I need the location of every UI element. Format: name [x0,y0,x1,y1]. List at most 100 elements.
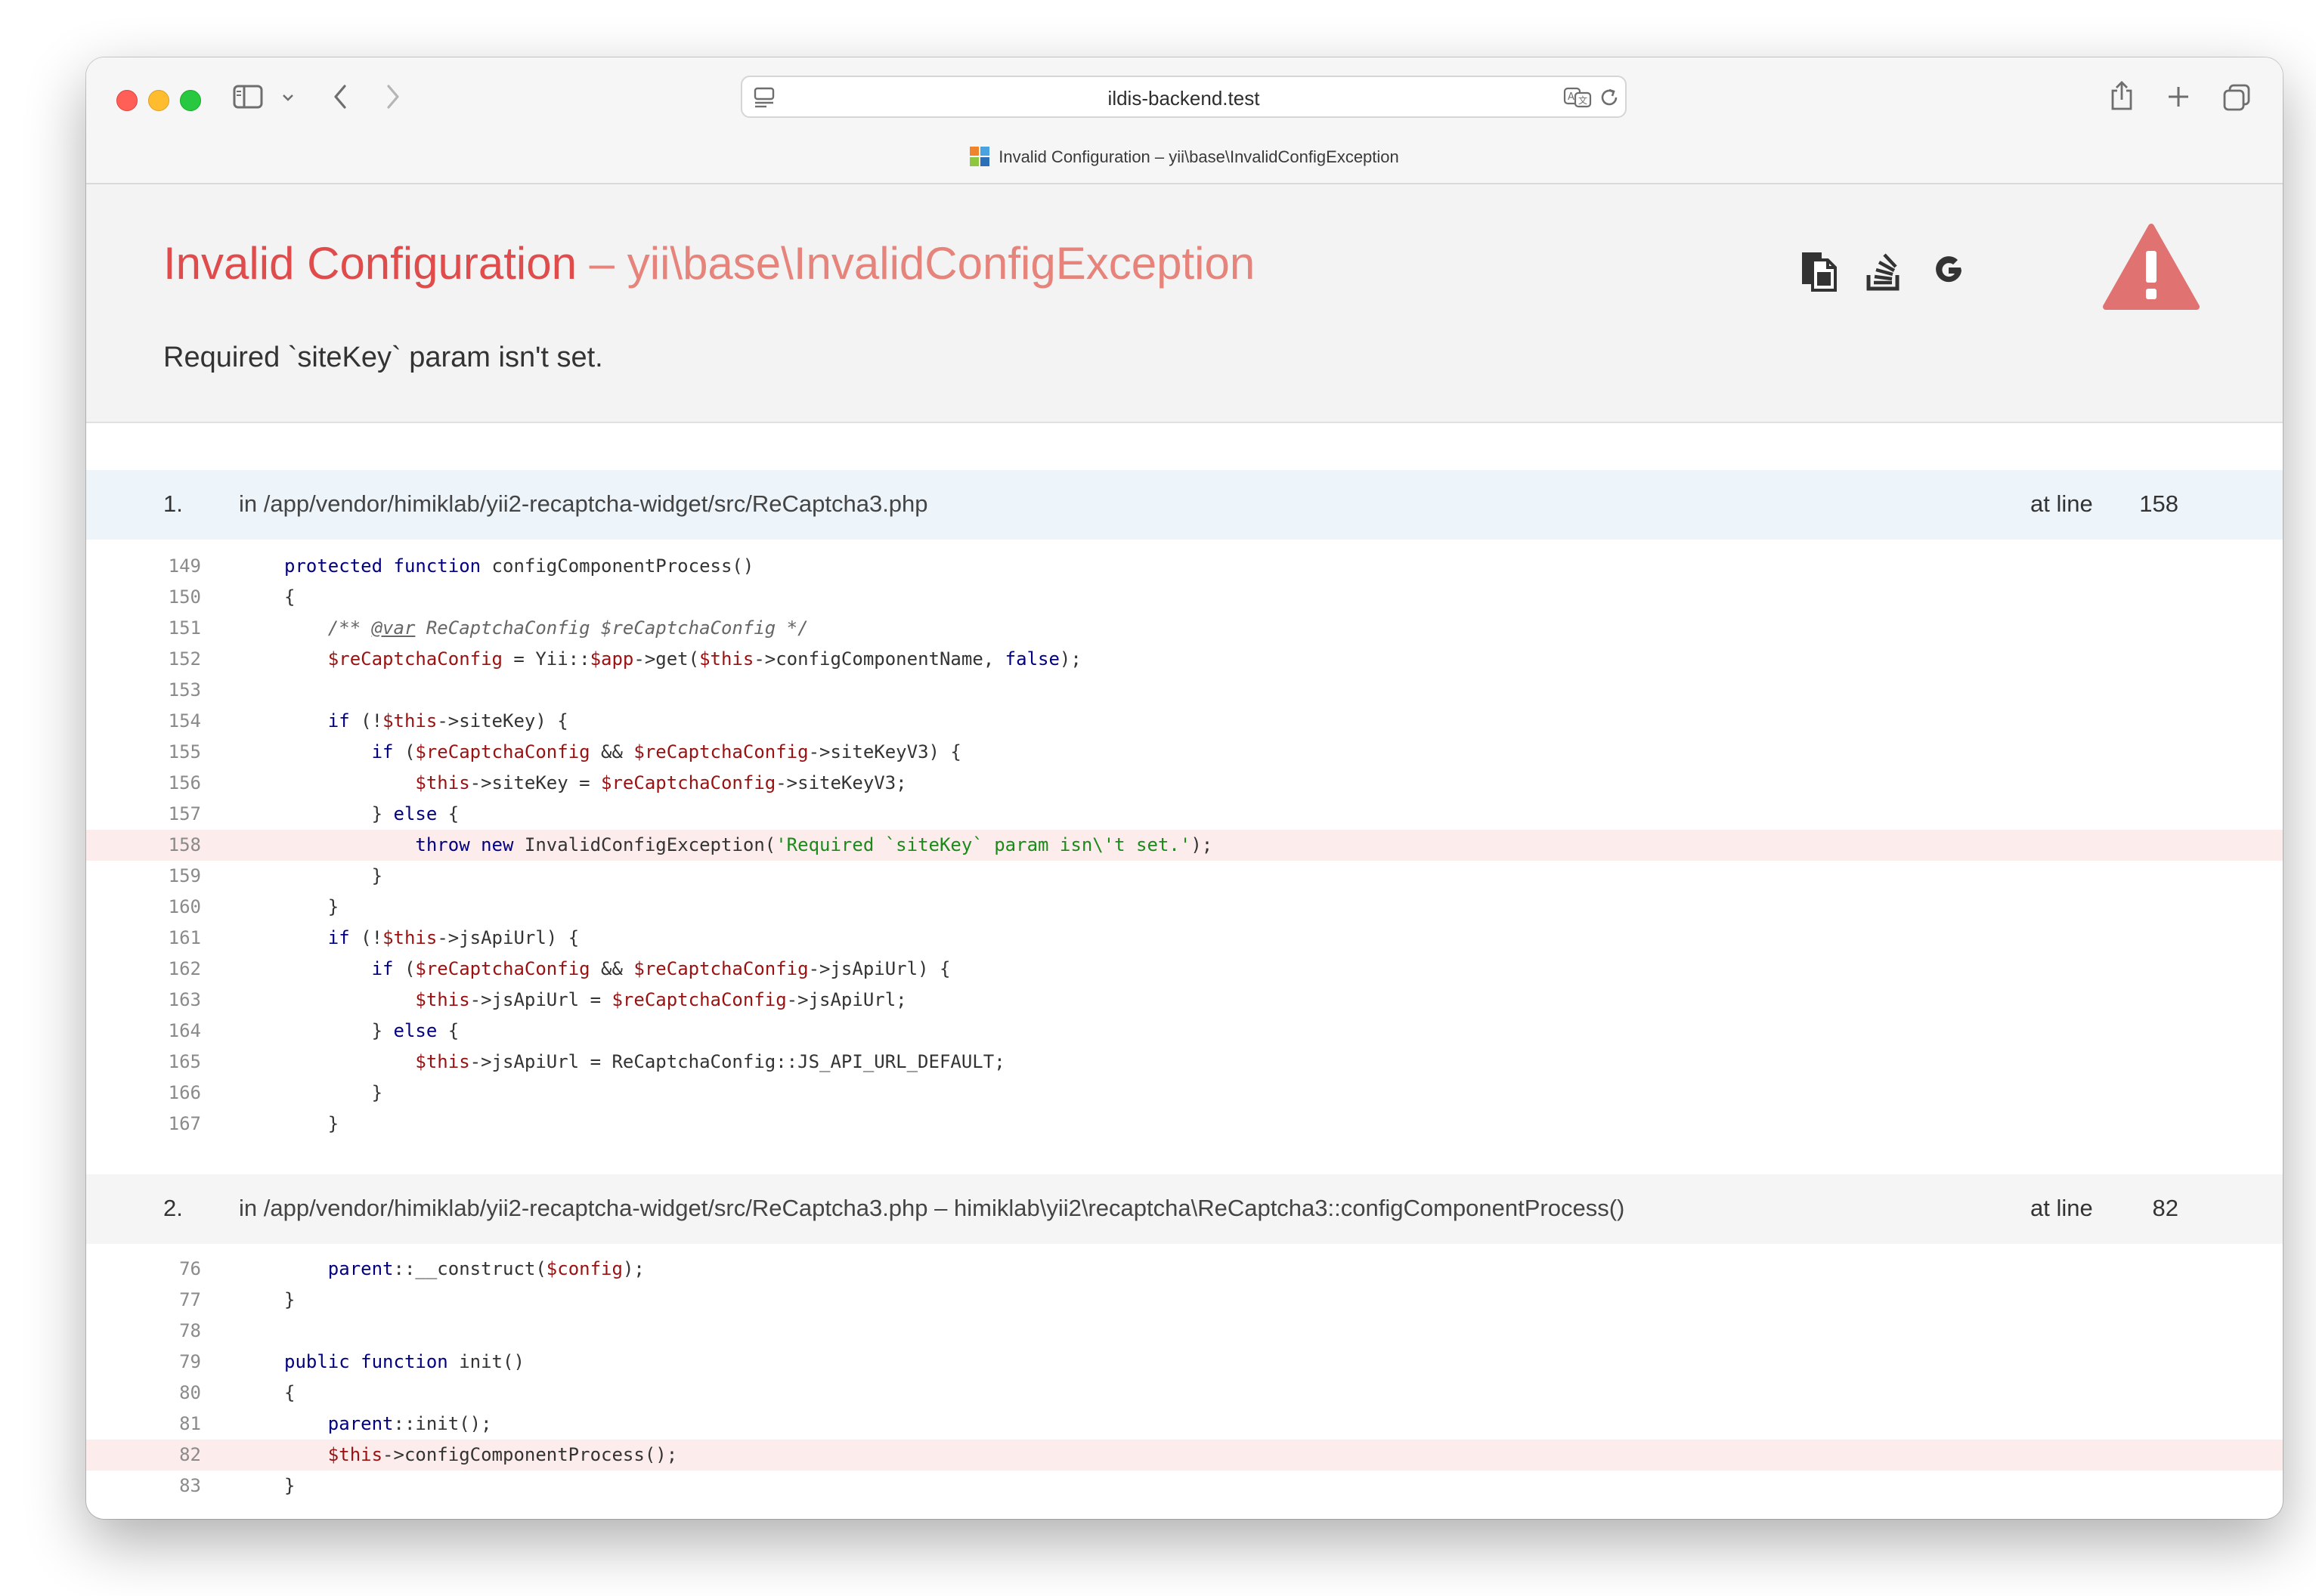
line-number: 165 [168,1051,201,1072]
code-text: { [284,1382,296,1403]
code-line: 167 } [86,1109,2283,1140]
error-header: Invalid Configuration – yii\base\Invalid… [86,184,2283,423]
code-text: } [284,1475,296,1496]
minimize-window-button[interactable] [148,90,169,111]
line-number: 149 [168,555,201,577]
code-line: 149 protected function configComponentPro… [86,551,2283,582]
chevron-down-icon[interactable] [281,92,295,103]
line-number: 77 [179,1289,201,1310]
line-number: 76 [179,1258,201,1279]
code-line: 162 if ($reCaptchaConfig && $reCaptchaCo… [86,954,2283,985]
error-name: Invalid Configuration [163,238,577,289]
url-text: ildis-backend.test [1107,87,1260,110]
frame-number: 2. [163,1195,183,1221]
code-text: $this->jsApiUrl = ReCaptchaConfig::JS_AP… [415,1051,1005,1072]
line-number: 151 [168,617,201,639]
code-line: 156 $this->siteKey = $reCaptchaConfig->s… [86,768,2283,799]
code-line: 159 } [86,861,2283,892]
stack-overflow-icon[interactable] [1865,248,1902,295]
share-icon[interactable] [2109,80,2135,112]
code-line: 80 { [86,1378,2283,1409]
code-line: 79 public function init() [86,1347,2283,1378]
svg-text:文: 文 [1578,94,1587,106]
code-text: } [284,1289,296,1310]
tab-title-text: Invalid Configuration – yii\base\Invalid… [999,147,1399,166]
code-line: 165 $this->jsApiUrl = ReCaptchaConfig::J… [86,1047,2283,1078]
frame-location: in /app/vendor/himiklab/yii2-recaptcha-w… [239,490,928,517]
stack-frame-1-header[interactable]: 1. in /app/vendor/himiklab/yii2-recaptch… [86,470,2283,540]
code-line: 78 [86,1316,2283,1347]
code-line: 155 if ($reCaptchaConfig && $reCaptchaCo… [86,737,2283,768]
code-line: 160 } [86,892,2283,923]
line-number: 162 [168,958,201,979]
warning-icon [2103,224,2200,315]
tab-title[interactable]: Invalid Configuration – yii\base\Invalid… [86,147,2283,167]
line-number: 163 [168,989,201,1010]
line-number: 166 [168,1082,201,1103]
code-line: 152 $reCaptchaConfig = Yii::$app->get($t… [86,644,2283,675]
line-number: 82 [179,1444,201,1465]
line-number: 161 [168,927,201,948]
frame-location: in /app/vendor/himiklab/yii2-recaptcha-w… [239,1195,1625,1221]
code-text: $reCaptchaConfig = Yii::$app->get($this-… [327,648,1082,670]
code-text: public function init() [284,1351,525,1372]
line-number: 150 [168,586,201,608]
translate-icon[interactable]: A文 [1563,86,1592,109]
code-line: 163 $this->jsApiUrl = $reCaptchaConfig->… [86,985,2283,1016]
code-text: } [284,1082,383,1103]
highlighted-code-line: 158 throw new InvalidConfigException('Re… [86,830,2283,861]
line-number: 83 [179,1475,201,1496]
code-line: 161 if (!$this->jsApiUrl) { [86,923,2283,954]
close-window-button[interactable] [116,90,138,111]
error-separator: – [577,238,627,289]
reload-icon[interactable] [1598,86,1621,109]
code-text: if ($reCaptchaConfig && $reCaptchaConfig… [371,741,961,762]
code-line: 153 [86,675,2283,706]
code-text: protected function configComponentProces… [284,555,754,577]
code-line: 150 { [86,582,2283,613]
code-line: 164 } else { [86,1016,2283,1047]
at-line-label: at line [2030,1195,2093,1221]
code-line: 83} [86,1471,2283,1502]
copy-icon[interactable] [1799,249,1838,295]
line-number: 159 [168,865,201,886]
line-number: 155 [168,741,201,762]
sidebar-toggle-icon[interactable] [233,85,263,109]
frame-line-number: 82 [2152,1195,2178,1221]
line-number: 153 [168,679,201,701]
highlighted-code-line: 82 $this->configComponentProcess(); [86,1440,2283,1471]
code-text: /** @var ReCaptchaConfig $reCaptchaConfi… [327,617,809,639]
at-line-label: at line [2030,490,2093,517]
address-bar[interactable]: ildis-backend.test A文 [741,76,1627,118]
browser-toolbar: ildis-backend.test A文 Invalid Configurat… [86,57,2283,184]
line-number: 157 [168,803,201,824]
code-snippet-frame-2: 76 parent::__construct($config); 77} 78 79 p… [86,1254,2283,1502]
back-arrow-icon[interactable] [331,83,349,110]
error-title: Invalid Configuration – yii\base\Invalid… [163,237,1255,289]
line-number: 160 [168,896,201,917]
code-line: 77} [86,1285,2283,1316]
code-text: } else { [284,803,460,824]
code-text: } [284,1113,339,1134]
code-text: $this->jsApiUrl = $reCaptchaConfig->jsAp… [415,989,907,1010]
google-icon[interactable] [1931,252,1967,292]
error-class: yii\base\InvalidConfigException [627,238,1256,289]
code-line: 151 /** @var ReCaptchaConfig $reCaptchaC… [86,613,2283,644]
frame-line-number: 158 [2139,490,2178,517]
stack-frame-2-header[interactable]: 2. in /app/vendor/himiklab/yii2-recaptch… [86,1174,2283,1244]
code-snippet-frame-1: 149 protected function configComponentPro… [86,551,2283,1140]
code-text: if ($reCaptchaConfig && $reCaptchaConfig… [371,958,951,979]
tab-overview-icon[interactable] [2222,83,2251,112]
new-tab-icon[interactable] [2166,85,2191,109]
code-text: $this->siteKey = $reCaptchaConfig->siteK… [415,772,907,793]
forward-arrow-icon[interactable] [384,83,402,110]
yii-favicon-icon [970,147,990,166]
code-text: parent::init(); [327,1413,492,1434]
code-line: 154 if (!$this->siteKey) { [86,706,2283,737]
code-text: parent::__construct($config); [327,1258,645,1279]
line-number: 164 [168,1020,201,1041]
code-line: 76 parent::__construct($config); [86,1254,2283,1285]
frame-number: 1. [163,490,183,517]
zoom-window-button[interactable] [180,90,201,111]
line-number: 167 [168,1113,201,1134]
